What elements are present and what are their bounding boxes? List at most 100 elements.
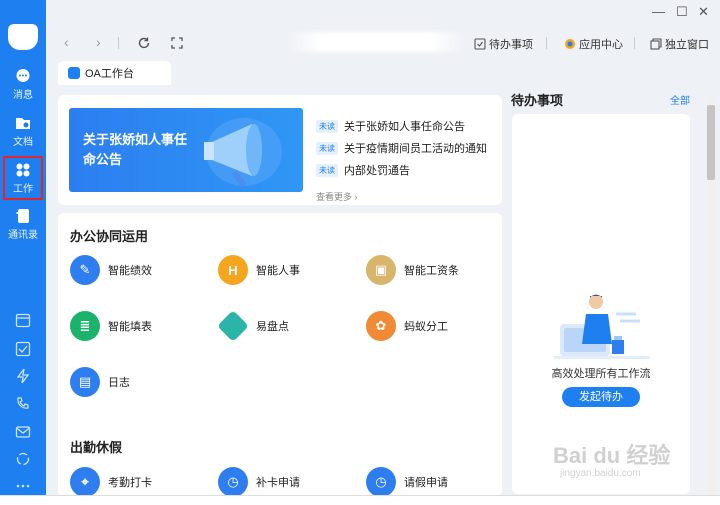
todo-empty-desc: 高效处理所有工作流: [551, 368, 651, 380]
close-icon[interactable]: ✕: [698, 4, 709, 20]
grid-apps-icon: [16, 163, 30, 177]
unread-badge: 未读: [316, 163, 338, 177]
banner-title: 关于张娇如人事任命公告: [83, 132, 188, 167]
todo-section-title: 待办事项: [511, 93, 564, 108]
sidebar-item-label: 通讯录: [8, 230, 38, 241]
standalone-window-link[interactable]: 独立窗口: [650, 36, 709, 52]
chevron-right-icon: ›: [354, 192, 358, 202]
app-center-link[interactable]: 应用中心: [564, 36, 623, 52]
app-leave-request[interactable]: ◷ 请假申请: [366, 467, 448, 497]
announcement-title: 关于疫情期间员工活动的通知: [344, 143, 487, 155]
app-ant-division[interactable]: ✿ 蚂蚁分工: [366, 311, 448, 341]
top-divider: [634, 37, 635, 49]
fullscreen-icon[interactable]: [170, 36, 184, 50]
window-icon: [650, 38, 662, 50]
app-center-icon: [565, 39, 575, 49]
mail-icon[interactable]: [15, 424, 31, 440]
app-smart-performance[interactable]: ✎ 智能绩效: [70, 255, 152, 285]
nav-divider: [118, 37, 119, 49]
hr-icon: H: [218, 255, 248, 285]
todo-link-label: 待办事项: [489, 39, 533, 51]
blurred-title: [286, 32, 466, 52]
app-smart-payslip[interactable]: ▣ 智能工资条: [366, 255, 459, 285]
create-todo-button[interactable]: 发起待办: [562, 387, 640, 407]
tab-oa-workbench[interactable]: OA工作台: [58, 61, 171, 85]
workbench-icon: [68, 67, 80, 79]
minimize-icon[interactable]: —: [652, 4, 665, 19]
announcement-item[interactable]: 未读 内部处罚通告: [316, 159, 487, 181]
payslip-icon: ▣: [366, 255, 396, 285]
tab-label: OA工作台: [85, 68, 134, 80]
phone-icon[interactable]: [15, 396, 31, 412]
office-apps-card: 办公协同运用 ✎ 智能绩效 H 智能人事 ▣ 智能工资条 ≣ 智能填表 易盘点 …: [58, 213, 502, 498]
app-label: 请假申请: [404, 477, 448, 489]
app-smart-form[interactable]: ≣ 智能填表: [70, 311, 152, 341]
app-center-label: 应用中心: [579, 39, 623, 51]
maximize-icon[interactable]: ☐: [676, 4, 688, 20]
vertical-scrollbar[interactable]: [706, 95, 716, 495]
app-label: 补卡申请: [256, 477, 300, 489]
top-divider: [546, 37, 547, 49]
app-label: 日志: [108, 377, 130, 389]
bottom-bar: [0, 495, 720, 505]
unread-badge: 未读: [316, 119, 338, 133]
lightning-icon[interactable]: [15, 368, 31, 384]
app-label: 智能绩效: [108, 265, 152, 277]
form-icon: ≣: [70, 311, 100, 341]
forward-arrow-icon[interactable]: ›: [96, 34, 101, 50]
worker-illustration: [554, 294, 650, 359]
megaphone-icon: [204, 118, 282, 188]
ant-icon: ✿: [366, 311, 396, 341]
more-dots-icon[interactable]: [15, 478, 31, 494]
sidebar: 消息 文档 工作 通讯录: [0, 0, 46, 505]
sidebar-item-docs[interactable]: 文档: [0, 115, 46, 155]
edit-check-icon: [474, 38, 486, 50]
main-content: 关于张娇如人事任命公告 未读 关于张娇如人事任命公告 未读 关于疫情期间员工活动…: [46, 85, 720, 498]
app-logo: [8, 24, 38, 50]
clock-icon: ◷: [218, 467, 248, 497]
unread-badge: 未读: [316, 141, 338, 155]
app-journal[interactable]: ▤ 日志: [70, 367, 130, 397]
sidebar-item-messages[interactable]: 消息: [0, 68, 46, 108]
app-label: 智能工资条: [404, 265, 459, 277]
todo-link[interactable]: 待办事项: [474, 36, 533, 52]
folder-icon: [16, 118, 30, 129]
announcement-title: 关于张娇如人事任命公告: [344, 121, 465, 133]
sidebar-item-contacts[interactable]: 通讯录: [0, 208, 46, 248]
recycle-icon[interactable]: [15, 451, 31, 467]
app-smart-hr[interactable]: H 智能人事: [218, 255, 300, 285]
baidu-watermark-url: jingyan.baidu.com: [560, 468, 641, 479]
announcement-item[interactable]: 未读 关于疫情期间员工活动的通知: [316, 137, 487, 159]
sidebar-item-label: 消息: [13, 90, 33, 101]
app-makeup-clock[interactable]: ◷ 补卡申请: [218, 467, 300, 497]
todo-all-link[interactable]: 全部: [670, 92, 690, 107]
contacts-book-icon: [16, 209, 29, 223]
checkbox-icon[interactable]: [15, 341, 31, 357]
app-easy-inventory[interactable]: 易盘点: [217, 310, 289, 342]
announcement-card: 关于张娇如人事任命公告 未读 关于张娇如人事任命公告 未读 关于疫情期间员工活动…: [58, 95, 502, 205]
see-more-label: 查看更多: [316, 192, 353, 202]
calendar-icon[interactable]: [15, 312, 31, 328]
sidebar-item-work[interactable]: 工作: [3, 156, 43, 200]
standalone-window-label: 独立窗口: [665, 39, 709, 51]
app-label: 易盘点: [256, 321, 289, 333]
see-more-link[interactable]: 查看更多 ›: [316, 190, 358, 203]
announcement-banner[interactable]: 关于张娇如人事任命公告: [69, 108, 303, 192]
cube-icon: [217, 310, 249, 342]
announcement-item[interactable]: 未读 关于张娇如人事任命公告: [316, 115, 487, 137]
section-title-office: 办公协同运用: [70, 229, 149, 244]
refresh-icon[interactable]: [137, 36, 151, 50]
todo-panel: 高效处理所有工作流 发起待办: [512, 114, 690, 494]
section-title-attendance: 出勤休假: [70, 440, 123, 455]
chat-bubble-icon: [16, 69, 30, 82]
back-arrow-icon[interactable]: ‹: [64, 34, 69, 50]
app-clock-in[interactable]: ⌖ 考勤打卡: [70, 467, 152, 497]
clock-icon: ◷: [366, 467, 396, 497]
scrollbar-thumb[interactable]: [707, 105, 715, 180]
app-label: 智能填表: [108, 321, 152, 333]
sidebar-item-label: 工作: [13, 184, 33, 195]
top-bar: — ☐ ✕ ‹ › 待办事项 应用中心 独立窗口: [46, 0, 720, 60]
baidu-watermark: Bai du 经验: [553, 443, 671, 468]
location-pin-icon: ⌖: [70, 467, 100, 497]
pen-icon: ✎: [70, 255, 100, 285]
